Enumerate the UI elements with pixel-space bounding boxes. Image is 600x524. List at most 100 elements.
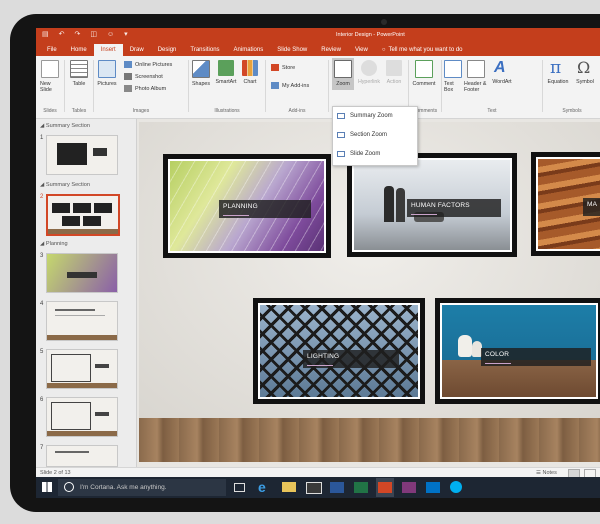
word-icon[interactable] (330, 482, 344, 493)
table-button[interactable]: Table (69, 60, 89, 87)
tell-me-box[interactable]: ○ Tell me what you want to do (375, 44, 470, 56)
screenshot-button[interactable]: Screenshot (124, 73, 163, 80)
thumb-frame (52, 203, 70, 213)
tab-view[interactable]: View (348, 44, 375, 56)
slide-zoom-icon (337, 151, 345, 157)
action-icon (386, 60, 402, 76)
store-icon[interactable] (306, 482, 322, 494)
slide-thumbnail[interactable] (46, 445, 118, 467)
tab-review[interactable]: Review (314, 44, 348, 56)
summary-zoom-item[interactable]: Summary Zoom (337, 113, 393, 119)
table-icon (70, 60, 88, 78)
wood-floor (139, 418, 600, 462)
shapes-button[interactable]: Shapes (191, 60, 211, 87)
zoom-frame-materials[interactable]: MA (531, 152, 600, 256)
store-button[interactable]: Store (271, 64, 295, 71)
file-explorer-icon[interactable] (282, 482, 296, 492)
task-view-icon[interactable] (234, 483, 245, 492)
smartart-button[interactable]: SmartArt (214, 60, 238, 85)
lightbulb-icon: ○ (381, 47, 386, 53)
wordart-button[interactable]: A WordArt (490, 59, 514, 86)
chart-button[interactable]: Chart (241, 60, 259, 85)
tab-draw[interactable]: Draw (123, 44, 151, 56)
wordart-label: WordArt (492, 79, 512, 85)
vase-shape (458, 335, 472, 357)
hyperlink-button[interactable]: Hyperlink (356, 60, 382, 85)
frame-caption: COLOR (481, 348, 591, 366)
user-icon[interactable]: ☺ (107, 31, 114, 39)
dropdown-icon[interactable]: ▾ (124, 31, 128, 39)
slide-thumbnail[interactable] (46, 349, 118, 389)
section-header[interactable]: ◢ Summary Section (40, 123, 90, 129)
new-slide-button[interactable]: New Slide (40, 60, 60, 93)
slide-number: 6 (40, 397, 44, 403)
slide-thumbnail[interactable] (46, 397, 118, 437)
tab-design[interactable]: Design (151, 44, 184, 56)
thumb-title (95, 364, 109, 368)
cortana-search-box[interactable]: I'm Cortana. Ask me anything. (58, 479, 226, 496)
tab-animations[interactable]: Animations (227, 44, 271, 56)
onenote-icon[interactable] (402, 482, 416, 493)
zoom-frame-lighting[interactable]: LIGHTING (253, 298, 425, 404)
skype-icon[interactable] (450, 481, 462, 493)
caption-text: LIGHTING (307, 353, 340, 360)
text-box-button[interactable]: Text Box (444, 60, 462, 93)
redo-icon[interactable]: ↷ (75, 31, 81, 39)
online-pictures-button[interactable]: Online Pictures (124, 61, 172, 68)
slide-canvas[interactable]: PLANNING HUMAN FACTORS MA LIGHTING COLOR (139, 122, 600, 462)
device-frame: ▤ ↶ ↷ ◫ ☺ ▾ Interior Design - PowerPoint… (0, 0, 600, 524)
symbol-button[interactable]: Ω Symbol (573, 60, 597, 86)
photo-album-button[interactable]: Photo Album (124, 85, 166, 92)
equation-button[interactable]: π Equation (545, 60, 571, 86)
slide-zoom-item[interactable]: Slide Zoom (337, 151, 380, 157)
my-addins-button[interactable]: My Add-ins (271, 82, 309, 89)
slide-zoom-label: Slide Zoom (350, 151, 381, 157)
tab-insert[interactable]: Insert (93, 44, 123, 56)
group-slides-label: Slides (43, 108, 57, 114)
undo-icon[interactable]: ↶ (59, 31, 65, 39)
screen: ▤ ↶ ↷ ◫ ☺ ▾ Interior Design - PowerPoint… (36, 28, 600, 498)
zoom-frame-color[interactable]: COLOR (435, 298, 600, 404)
slide-number: 4 (40, 301, 44, 307)
tab-transitions[interactable]: Transitions (183, 44, 226, 56)
summary-zoom-icon (337, 113, 345, 119)
group-text-label: Text (487, 108, 497, 114)
header-footer-button[interactable]: Header & Footer (464, 60, 488, 93)
zoom-frame-planning[interactable]: PLANNING (163, 154, 331, 258)
pictures-button[interactable]: Pictures (96, 60, 118, 87)
tab-slide-show[interactable]: Slide Show (270, 44, 314, 56)
section-header[interactable]: ◢ Summary Section (40, 182, 90, 188)
zoom-frame-human-factors[interactable]: HUMAN FACTORS (347, 153, 517, 257)
title-bar: ▤ ↶ ↷ ◫ ☺ ▾ Interior Design - PowerPoint (36, 28, 600, 42)
save-icon[interactable]: ▤ (42, 31, 49, 39)
powerpoint-icon[interactable] (378, 482, 392, 493)
caption-underline (485, 363, 511, 364)
thumb-frame (83, 216, 101, 226)
excel-icon[interactable] (354, 482, 368, 493)
zoom-label: Zoom (336, 81, 350, 87)
slide-thumbnail[interactable] (46, 301, 118, 341)
present-icon[interactable]: ◫ (90, 31, 97, 39)
cortana-icon (64, 482, 74, 493)
chart-icon (242, 60, 258, 76)
wordart-icon: A (494, 59, 506, 76)
zoom-button[interactable]: Zoom (333, 60, 353, 87)
section-header[interactable]: ◢ Planning (40, 241, 68, 247)
slide-thumbnail-pane: ◢ Summary Section 1 ◢ Summary Section 2 … (36, 119, 137, 467)
slide-thumbnail[interactable] (46, 135, 118, 175)
outlook-icon[interactable] (426, 482, 440, 493)
section-zoom-item[interactable]: Section Zoom (337, 132, 387, 138)
thumb-floor (47, 431, 117, 436)
tab-home[interactable]: Home (64, 44, 94, 56)
windows-start-icon[interactable] (42, 482, 52, 492)
photo-album-icon (124, 85, 132, 92)
comment-button[interactable]: Comment (411, 60, 437, 87)
action-button[interactable]: Action (384, 60, 404, 85)
slide-thumbnail[interactable] (46, 253, 118, 293)
tab-file[interactable]: File (40, 44, 64, 56)
slide-thumbnail-selected[interactable] (46, 194, 120, 236)
caption-text: COLOR (485, 351, 510, 358)
notes-button[interactable]: ☰ Notes (536, 470, 557, 476)
action-label: Action (386, 79, 402, 85)
edge-icon[interactable]: e (258, 480, 272, 494)
